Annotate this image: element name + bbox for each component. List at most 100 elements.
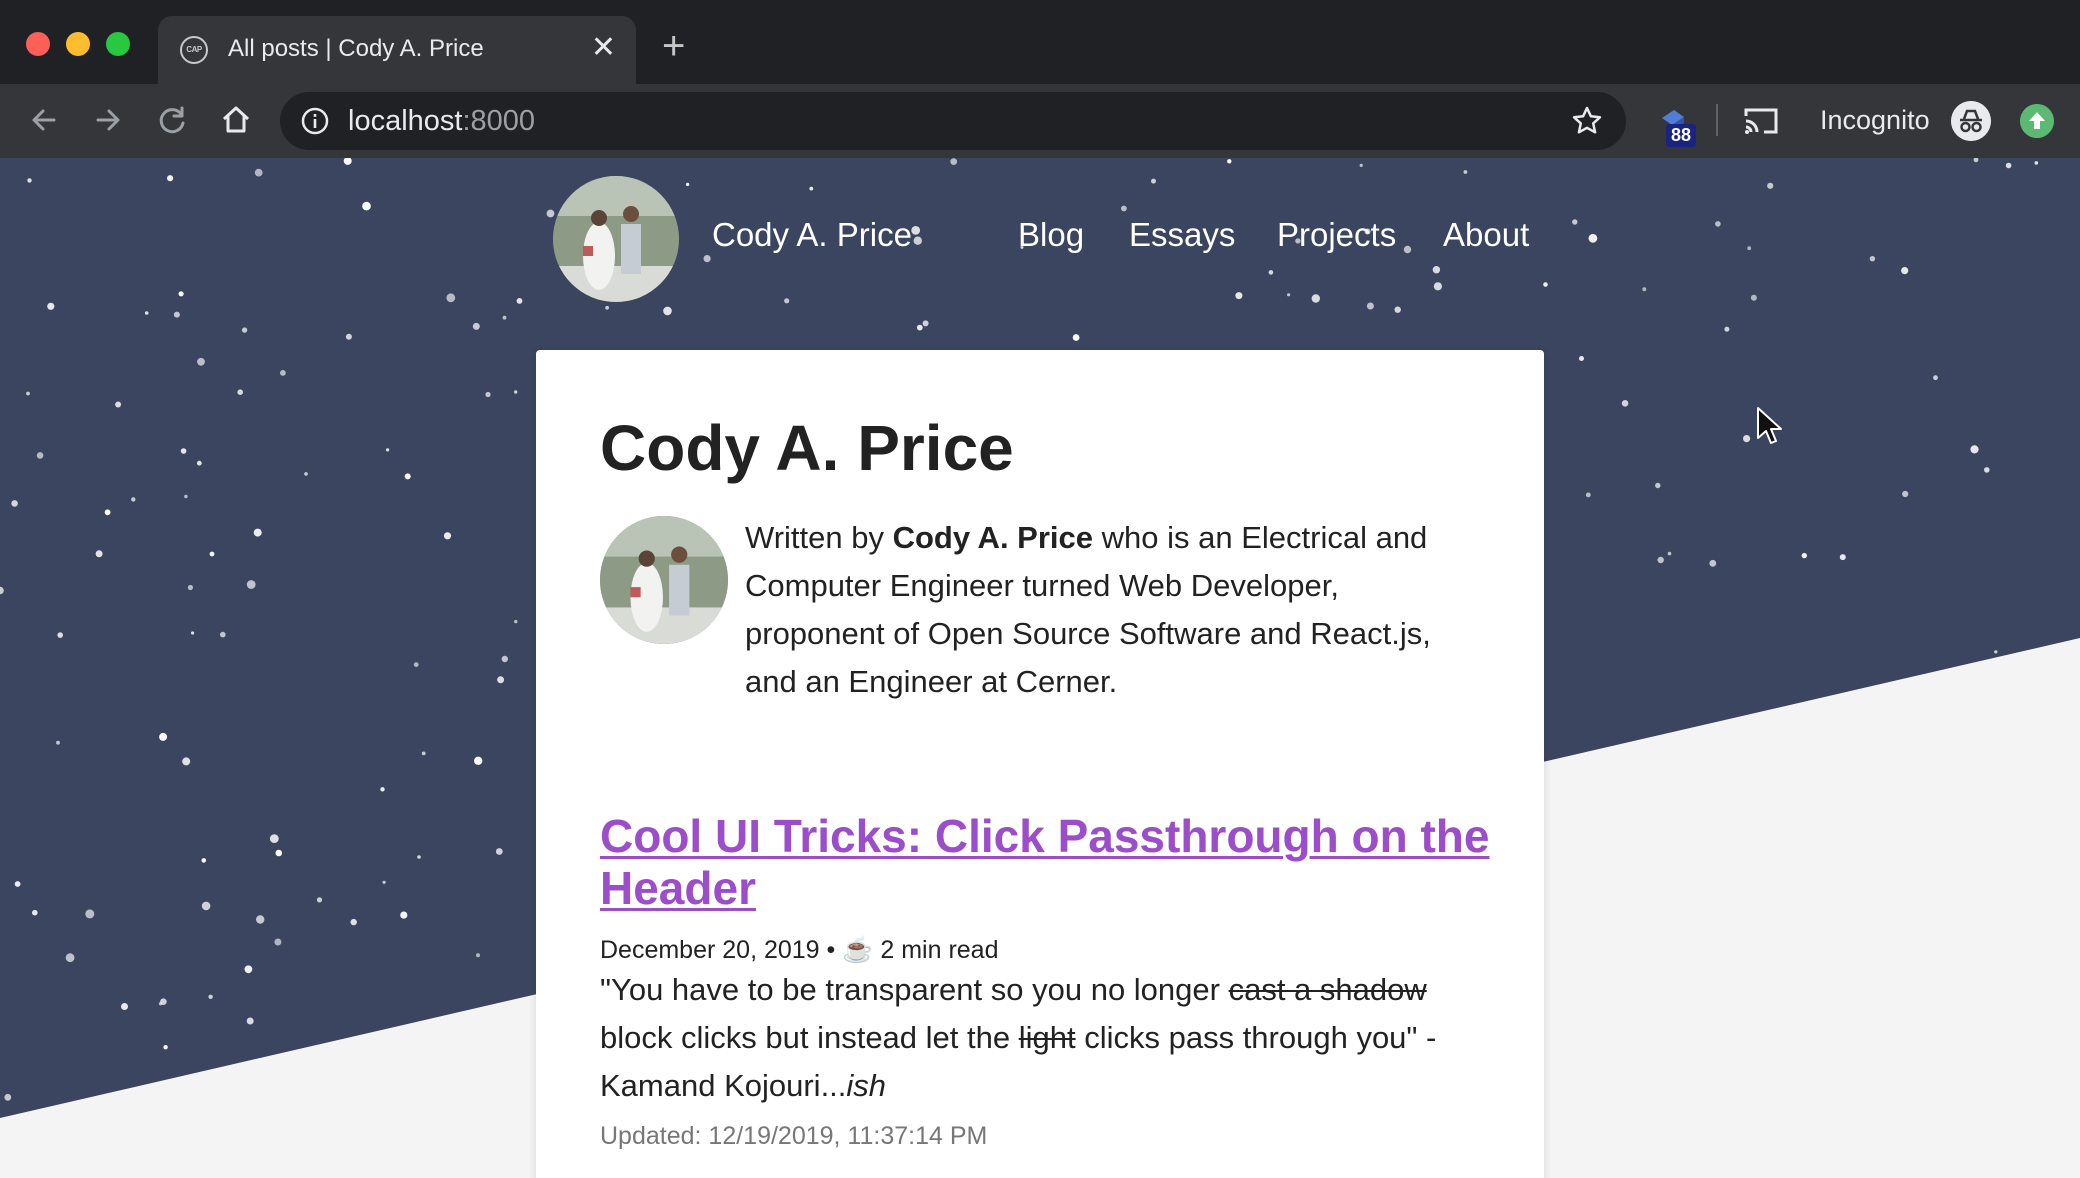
post-updated: Updated: 12/19/2019, 11:37:14 PM bbox=[600, 1122, 988, 1150]
star bbox=[246, 580, 256, 589]
star bbox=[197, 357, 205, 366]
star bbox=[501, 655, 508, 663]
star bbox=[209, 551, 215, 557]
star bbox=[85, 909, 95, 919]
star bbox=[57, 632, 63, 638]
star bbox=[65, 953, 75, 963]
star bbox=[1724, 326, 1730, 332]
star bbox=[514, 390, 518, 394]
star bbox=[208, 994, 213, 999]
avatar[interactable] bbox=[553, 176, 679, 302]
mouse-cursor-icon bbox=[1757, 407, 1782, 444]
favicon-icon: CAP bbox=[180, 36, 208, 64]
star bbox=[104, 509, 111, 516]
star bbox=[1655, 482, 1661, 489]
star bbox=[280, 370, 286, 376]
maximize-window-button[interactable] bbox=[106, 32, 130, 56]
star bbox=[1801, 552, 1808, 559]
close-tab-icon[interactable]: ✕ bbox=[591, 32, 616, 64]
star bbox=[495, 848, 503, 855]
reload-icon[interactable] bbox=[152, 100, 192, 140]
star bbox=[400, 911, 408, 919]
star bbox=[304, 472, 308, 476]
forward-icon[interactable] bbox=[88, 100, 128, 140]
star bbox=[275, 849, 283, 857]
page-title: Cody A. Price bbox=[600, 412, 1014, 484]
star bbox=[158, 1002, 163, 1006]
star bbox=[196, 460, 202, 466]
minimize-window-button[interactable] bbox=[66, 32, 90, 56]
cast-icon[interactable] bbox=[1742, 104, 1780, 138]
star bbox=[32, 909, 38, 916]
extension-badge: 88 bbox=[1666, 124, 1697, 147]
tab-all-posts[interactable]: CAP All posts | Cody A. Price ✕ bbox=[158, 16, 636, 84]
star bbox=[497, 676, 505, 684]
star bbox=[421, 751, 426, 756]
coffee-icon: ☕️ bbox=[842, 936, 874, 964]
post-date: December 20, 2019 bbox=[600, 936, 820, 964]
back-icon[interactable] bbox=[24, 100, 64, 140]
star bbox=[1072, 334, 1080, 341]
close-window-button[interactable] bbox=[26, 32, 50, 56]
read-time: 2 min read bbox=[880, 936, 999, 964]
star bbox=[1579, 356, 1584, 361]
home-icon[interactable] bbox=[216, 100, 256, 140]
incognito-icon[interactable] bbox=[1951, 101, 1991, 141]
star bbox=[1902, 490, 1909, 498]
star bbox=[36, 452, 44, 459]
star bbox=[274, 938, 282, 946]
nav-blog[interactable]: Blog bbox=[1018, 216, 1084, 254]
star bbox=[241, 327, 248, 333]
author-name: Cody A. Price bbox=[892, 520, 1094, 555]
nav-projects[interactable]: Projects bbox=[1277, 216, 1396, 254]
star bbox=[417, 855, 421, 859]
star bbox=[413, 662, 419, 667]
star bbox=[386, 448, 390, 452]
info-icon[interactable] bbox=[300, 106, 330, 136]
browser-chrome: CAP All posts | Cody A. Price ✕ + localh… bbox=[0, 0, 2080, 158]
tab-title: All posts | Cody A. Price bbox=[228, 35, 484, 62]
post-title-link[interactable]: Cool UI Tricks: Click Passthrough on the… bbox=[600, 810, 1490, 914]
star bbox=[201, 901, 211, 911]
update-available-icon[interactable] bbox=[2020, 104, 2054, 138]
star bbox=[443, 532, 452, 540]
star bbox=[95, 550, 103, 558]
star bbox=[1743, 435, 1751, 443]
star bbox=[382, 880, 386, 884]
star bbox=[1994, 650, 1998, 654]
nav-about[interactable]: About bbox=[1443, 216, 1529, 254]
star bbox=[180, 448, 187, 454]
post-meta: December 20, 2019 • ☕️ 2 min read bbox=[600, 936, 999, 964]
star bbox=[380, 787, 385, 792]
page-viewport: Cody A. Price Blog Essays Projects About… bbox=[0, 158, 2080, 1178]
star bbox=[201, 858, 207, 863]
star bbox=[485, 391, 491, 398]
star bbox=[256, 915, 265, 924]
star bbox=[1970, 445, 1979, 454]
star bbox=[159, 732, 168, 741]
new-tab-button[interactable]: + bbox=[662, 26, 685, 66]
star bbox=[922, 320, 929, 327]
toolbar-separator bbox=[1716, 104, 1718, 136]
star bbox=[121, 1003, 128, 1010]
star bbox=[184, 494, 188, 499]
address-bar[interactable]: localhost:8000 bbox=[280, 92, 1626, 150]
author-bio: Written by Cody A. Price who is an Elect… bbox=[745, 520, 1431, 699]
bookmark-star-icon[interactable] bbox=[1570, 104, 1604, 138]
site-name-link[interactable]: Cody A. Price bbox=[712, 216, 912, 254]
star bbox=[1585, 492, 1591, 498]
star bbox=[1667, 551, 1672, 556]
star bbox=[474, 756, 483, 765]
star bbox=[476, 953, 480, 958]
star bbox=[1621, 400, 1629, 407]
star bbox=[1984, 467, 1990, 473]
star bbox=[472, 322, 480, 330]
star bbox=[1709, 559, 1717, 567]
url-text: localhost:8000 bbox=[348, 105, 536, 137]
star bbox=[56, 740, 60, 745]
star bbox=[131, 497, 136, 502]
nav-essays[interactable]: Essays bbox=[1129, 216, 1235, 254]
star bbox=[187, 584, 193, 591]
star bbox=[345, 333, 352, 340]
star bbox=[1839, 554, 1846, 561]
